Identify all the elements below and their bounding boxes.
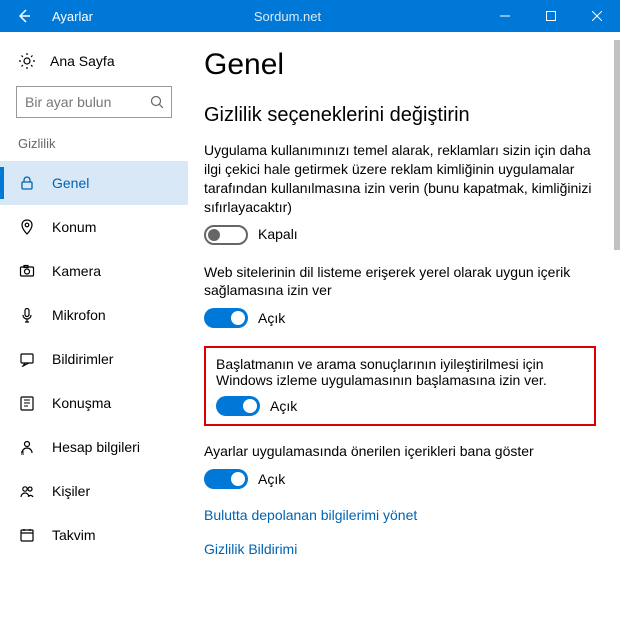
sidebar-item-mikrofon[interactable]: Mikrofon [0, 293, 188, 337]
setting-language-list: Web sitelerinin dil listeme erişerek yer… [204, 263, 596, 329]
sidebar-item-label: Takvim [52, 527, 96, 543]
toggle-state: Açık [258, 309, 285, 328]
setting-suggested-content: Ayarlar uygulamasında önerilen içerikler… [204, 442, 596, 489]
calendar-icon [18, 526, 36, 544]
search-placeholder: Bir ayar bulun [25, 94, 149, 110]
search-input[interactable]: Bir ayar bulun [16, 86, 172, 118]
highlighted-setting: Başlatmanın ve arama sonuçlarının iyileş… [204, 346, 596, 426]
sidebar-item-kamera[interactable]: Kamera [0, 249, 188, 293]
close-button[interactable] [574, 0, 620, 32]
manage-cloud-link[interactable]: Bulutta depolanan bilgilerimi yönet [204, 507, 596, 523]
toggle-suggested-content[interactable] [204, 469, 248, 489]
speech-icon [18, 394, 36, 412]
toggle-state: Açık [258, 470, 285, 489]
sidebar-item-bildirimler[interactable]: Bildirimler [0, 337, 188, 381]
camera-icon [18, 262, 36, 280]
sidebar-item-kisiler[interactable]: Kişiler [0, 469, 188, 513]
privacy-statement-link[interactable]: Gizlilik Bildirimi [204, 541, 596, 557]
scrollbar[interactable] [614, 40, 620, 250]
sidebar-item-label: Kamera [52, 263, 101, 279]
sidebar-item-label: Mikrofon [52, 307, 106, 323]
sidebar: Ana Sayfa Bir ayar bulun Gizlilik Genel … [0, 32, 188, 624]
home-link[interactable]: Ana Sayfa [0, 44, 188, 86]
notifications-icon [18, 350, 36, 368]
toggle-language-list[interactable] [204, 308, 248, 328]
section-label: Gizlilik [0, 136, 188, 161]
page-subtitle: Gizlilik seçeneklerini değiştirin [204, 104, 596, 127]
sidebar-item-label: Hesap bilgileri [52, 439, 140, 455]
setting-desc: Başlatmanın ve arama sonuçlarının iyileş… [216, 356, 584, 388]
contacts-icon [18, 482, 36, 500]
watermark: Sordum.net [93, 9, 482, 24]
back-button[interactable] [0, 0, 48, 32]
lock-icon [18, 174, 36, 192]
sidebar-item-konusma[interactable]: Konuşma [0, 381, 188, 425]
gear-icon [18, 52, 36, 70]
home-label: Ana Sayfa [50, 53, 115, 69]
page-title: Genel [204, 48, 596, 82]
sidebar-item-takvim[interactable]: Takvim [0, 513, 188, 557]
search-icon [149, 94, 165, 110]
toggle-state: Kapalı [258, 225, 298, 244]
sidebar-item-genel[interactable]: Genel [0, 161, 188, 205]
content-pane: Genel Gizlilik seçeneklerini değiştirin … [188, 32, 620, 624]
sidebar-item-konum[interactable]: Konum [0, 205, 188, 249]
setting-desc: Uygulama kullanımınızı temel alarak, rek… [204, 141, 596, 217]
sidebar-item-label: Konuşma [52, 395, 111, 411]
maximize-button[interactable] [528, 0, 574, 32]
sidebar-item-label: Kişiler [52, 483, 90, 499]
sidebar-item-hesap[interactable]: Hesap bilgileri [0, 425, 188, 469]
setting-desc: Web sitelerinin dil listeme erişerek yer… [204, 263, 596, 301]
account-icon [18, 438, 36, 456]
location-icon [18, 218, 36, 236]
toggle-state: Açık [270, 398, 297, 414]
titlebar: Ayarlar Sordum.net [0, 0, 620, 32]
setting-desc: Ayarlar uygulamasında önerilen içerikler… [204, 442, 596, 461]
sidebar-item-label: Genel [52, 175, 89, 191]
toggle-ad-id[interactable] [204, 225, 248, 245]
setting-ad-id: Uygulama kullanımınızı temel alarak, rek… [204, 141, 596, 245]
sidebar-item-label: Konum [52, 219, 96, 235]
window-title: Ayarlar [48, 9, 93, 24]
toggle-app-launch-tracking[interactable] [216, 396, 260, 416]
sidebar-item-label: Bildirimler [52, 351, 113, 367]
microphone-icon [18, 306, 36, 324]
minimize-button[interactable] [482, 0, 528, 32]
